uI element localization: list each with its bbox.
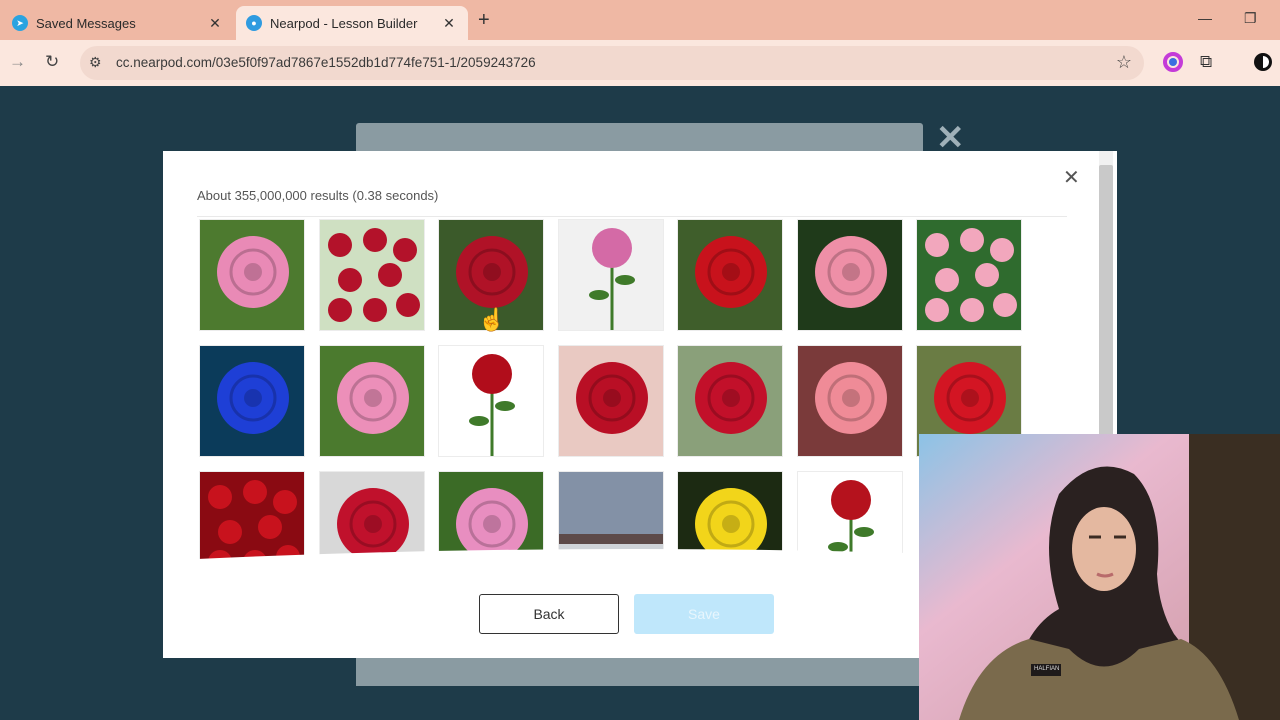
image-result-thumbnail[interactable] [797,345,903,457]
image-result-thumbnail[interactable] [677,345,783,457]
webcam-overlay: HALFIAN [919,434,1280,720]
tab-title: Saved Messages [36,15,136,31]
tab-title: Nearpod - Lesson Builder [270,15,418,31]
image-result-thumbnail[interactable] [558,219,664,331]
image-result-thumbnail[interactable] [916,219,1022,331]
image-result-thumbnail[interactable] [319,219,425,331]
close-icon[interactable]: ✕ [1063,165,1080,190]
divider [197,216,1067,217]
telegram-icon: ➤ [12,15,28,31]
image-result-thumbnail[interactable] [199,219,305,331]
extensions-puzzle-icon[interactable]: ⧉ [1200,52,1212,72]
reload-icon[interactable]: ↻ [45,52,59,72]
background-editor-panel [356,123,923,153]
browser-tab-bar: ➤ Saved Messages ✕ ● Nearpod - Lesson Bu… [0,0,1280,40]
image-result-thumbnail[interactable] [199,345,305,457]
close-icon[interactable]: ✕ [440,15,458,32]
image-result-thumbnail[interactable] [319,345,425,457]
tab-nearpod-lesson-builder[interactable]: ● Nearpod - Lesson Builder ✕ [236,6,468,40]
minimize-icon[interactable]: — [1198,10,1212,26]
bookmark-star-icon[interactable]: ☆ [1116,52,1132,73]
save-button[interactable]: Save [634,594,774,634]
extension-color-icon[interactable] [1163,52,1183,77]
background-editor-panel-footer [356,655,923,686]
new-tab-button[interactable]: + [478,9,490,32]
restore-icon[interactable]: ❐ [1244,10,1257,27]
name-badge: HALFIAN [1034,666,1060,672]
results-count: About 355,000,000 results (0.38 seconds) [197,188,439,203]
profile-avatar[interactable] [1253,52,1273,77]
hand-cursor-icon: ☝ [478,307,506,332]
tab-saved-messages[interactable]: ➤ Saved Messages ✕ [2,6,234,40]
url-text[interactable]: cc.nearpod.com/03e5f0f97ad7867e1552db1d7… [116,55,536,70]
forward-icon[interactable]: → [9,52,26,72]
image-result-thumbnail[interactable] [558,345,664,457]
image-result-thumbnail[interactable] [677,219,783,331]
close-icon[interactable]: ✕ [206,15,224,32]
nearpod-icon: ● [246,15,262,31]
scrollbar-thumb[interactable] [1099,165,1113,465]
image-result-thumbnail[interactable] [438,345,544,457]
address-bar[interactable]: ⚙ cc.nearpod.com/03e5f0f97ad7867e1552db1… [80,46,1144,80]
site-settings-icon[interactable]: ⚙ [89,54,102,71]
image-results-grid [199,219,1039,565]
browser-toolbar: → ↻ ⚙ cc.nearpod.com/03e5f0f97ad7867e155… [0,40,1280,86]
back-button[interactable]: Back [479,594,619,634]
image-result-thumbnail[interactable] [797,219,903,331]
